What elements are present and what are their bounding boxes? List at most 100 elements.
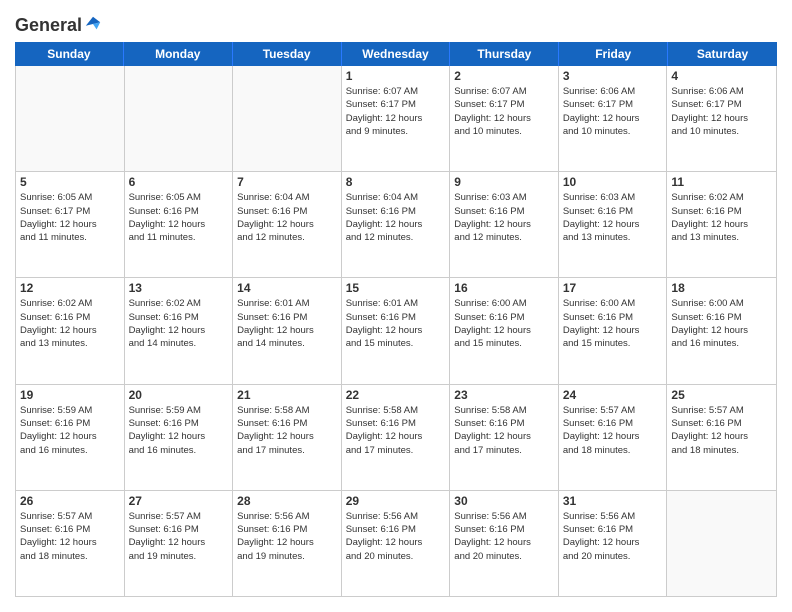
day-number: 11 [671,175,772,189]
day-info: Sunrise: 5:57 AM Sunset: 6:16 PM Dayligh… [129,510,229,563]
empty-cell [125,66,234,171]
day-cell-13: 13 Sunrise: 6:02 AM Sunset: 6:16 PM Dayli… [125,278,234,383]
day-number: 1 [346,69,446,83]
day-number: 30 [454,494,554,508]
day-number: 28 [237,494,337,508]
weekday-header-thursday: Thursday [450,42,559,66]
day-number: 9 [454,175,554,189]
day-info: Sunrise: 6:00 AM Sunset: 6:16 PM Dayligh… [454,297,554,350]
day-cell-24: 24Sunrise: 5:57 AM Sunset: 6:16 PM Dayli… [559,385,668,490]
day-number: 22 [346,388,446,402]
day-info: Sunrise: 6:02 AM Sunset: 6:16 PM Dayligh… [129,297,229,350]
day-cell-10: 10 Sunrise: 6:03 AM Sunset: 6:16 PM Dayli… [559,172,668,277]
day-info: Sunrise: 6:03 AM Sunset: 6:16 PM Dayligh… [454,191,554,244]
day-info: Sunrise: 5:56 AM Sunset: 6:16 PM Dayligh… [346,510,446,563]
day-number: 26 [20,494,120,508]
calendar-body: 1 Sunrise: 6:07 AM Sunset: 6:17 PM Daylig… [15,66,777,597]
day-cell-6: 6 Sunrise: 6:05 AM Sunset: 6:16 PM Daylig… [125,172,234,277]
day-number: 16 [454,281,554,295]
day-cell-3: 3Sunrise: 6:06 AM Sunset: 6:17 PM Daylig… [559,66,668,171]
day-info: Sunrise: 5:58 AM Sunset: 6:16 PM Dayligh… [346,404,446,457]
day-cell-22: 22 Sunrise: 5:58 AM Sunset: 6:16 PM Dayli… [342,385,451,490]
day-info: Sunrise: 5:58 AM Sunset: 6:16 PM Dayligh… [454,404,554,457]
day-info: Sunrise: 6:07 AM Sunset: 6:17 PM Dayligh… [346,85,446,138]
day-number: 12 [20,281,120,295]
day-number: 27 [129,494,229,508]
day-cell-31: 31 Sunrise: 5:56 AM Sunset: 6:16 PM Dayli… [559,491,668,596]
day-number: 6 [129,175,229,189]
weekday-header-wednesday: Wednesday [342,42,451,66]
day-info: Sunrise: 6:05 AM Sunset: 6:17 PM Dayligh… [20,191,120,244]
day-number: 20 [129,388,229,402]
day-info: Sunrise: 6:01 AM Sunset: 6:16 PM Dayligh… [346,297,446,350]
empty-cell [667,491,776,596]
calendar: SundayMondayTuesdayWednesdayThursdayFrid… [15,42,777,597]
day-info: Sunrise: 6:04 AM Sunset: 6:16 PM Dayligh… [346,191,446,244]
day-cell-1: 1 Sunrise: 6:07 AM Sunset: 6:17 PM Daylig… [342,66,451,171]
empty-cell [233,66,342,171]
day-info: Sunrise: 5:56 AM Sunset: 6:16 PM Dayligh… [563,510,663,563]
day-number: 14 [237,281,337,295]
day-number: 25 [671,388,772,402]
day-cell-9: 9 Sunrise: 6:03 AM Sunset: 6:16 PM Daylig… [450,172,559,277]
day-cell-23: 23Sunrise: 5:58 AM Sunset: 6:16 PM Dayli… [450,385,559,490]
empty-cell [16,66,125,171]
calendar-row-1: 5 Sunrise: 6:05 AM Sunset: 6:17 PM Daylig… [16,172,776,278]
day-cell-2: 2Sunrise: 6:07 AM Sunset: 6:17 PM Daylig… [450,66,559,171]
day-info: Sunrise: 5:56 AM Sunset: 6:16 PM Dayligh… [237,510,337,563]
day-cell-11: 11 Sunrise: 6:02 AM Sunset: 6:16 PM Dayli… [667,172,776,277]
day-info: Sunrise: 5:59 AM Sunset: 6:16 PM Dayligh… [129,404,229,457]
day-cell-29: 29 Sunrise: 5:56 AM Sunset: 6:16 PM Dayli… [342,491,451,596]
day-number: 17 [563,281,663,295]
header: General [15,15,777,32]
day-info: Sunrise: 6:05 AM Sunset: 6:16 PM Dayligh… [129,191,229,244]
day-number: 3 [563,69,663,83]
day-cell-19: 19 Sunrise: 5:59 AM Sunset: 6:16 PM Dayli… [16,385,125,490]
day-cell-18: 18Sunrise: 6:00 AM Sunset: 6:16 PM Dayli… [667,278,776,383]
calendar-row-2: 12 Sunrise: 6:02 AM Sunset: 6:16 PM Dayli… [16,278,776,384]
day-number: 7 [237,175,337,189]
day-cell-20: 20 Sunrise: 5:59 AM Sunset: 6:16 PM Dayli… [125,385,234,490]
weekday-header-tuesday: Tuesday [233,42,342,66]
day-info: Sunrise: 5:59 AM Sunset: 6:16 PM Dayligh… [20,404,120,457]
day-number: 4 [671,69,772,83]
weekday-header-saturday: Saturday [668,42,777,66]
day-cell-28: 28 Sunrise: 5:56 AM Sunset: 6:16 PM Dayli… [233,491,342,596]
day-info: Sunrise: 6:06 AM Sunset: 6:17 PM Dayligh… [671,85,772,138]
day-info: Sunrise: 6:00 AM Sunset: 6:16 PM Dayligh… [563,297,663,350]
day-info: Sunrise: 6:07 AM Sunset: 6:17 PM Dayligh… [454,85,554,138]
day-number: 8 [346,175,446,189]
weekday-header-monday: Monday [124,42,233,66]
day-info: Sunrise: 5:58 AM Sunset: 6:16 PM Dayligh… [237,404,337,457]
calendar-row-0: 1 Sunrise: 6:07 AM Sunset: 6:17 PM Daylig… [16,66,776,172]
day-number: 10 [563,175,663,189]
day-info: Sunrise: 5:57 AM Sunset: 6:16 PM Dayligh… [563,404,663,457]
day-number: 31 [563,494,663,508]
logo-general: General [15,15,82,36]
day-number: 15 [346,281,446,295]
day-cell-12: 12 Sunrise: 6:02 AM Sunset: 6:16 PM Dayli… [16,278,125,383]
calendar-row-4: 26 Sunrise: 5:57 AM Sunset: 6:16 PM Dayli… [16,491,776,596]
weekday-header-friday: Friday [559,42,668,66]
day-number: 21 [237,388,337,402]
logo: General [15,15,102,32]
day-cell-7: 7 Sunrise: 6:04 AM Sunset: 6:16 PM Daylig… [233,172,342,277]
day-info: Sunrise: 5:56 AM Sunset: 6:16 PM Dayligh… [454,510,554,563]
day-cell-30: 30 Sunrise: 5:56 AM Sunset: 6:16 PM Dayli… [450,491,559,596]
day-number: 29 [346,494,446,508]
day-cell-27: 27 Sunrise: 5:57 AM Sunset: 6:16 PM Dayli… [125,491,234,596]
day-info: Sunrise: 6:02 AM Sunset: 6:16 PM Dayligh… [20,297,120,350]
day-info: Sunrise: 6:03 AM Sunset: 6:16 PM Dayligh… [563,191,663,244]
day-cell-15: 15 Sunrise: 6:01 AM Sunset: 6:16 PM Dayli… [342,278,451,383]
day-number: 13 [129,281,229,295]
day-info: Sunrise: 6:02 AM Sunset: 6:16 PM Dayligh… [671,191,772,244]
day-number: 18 [671,281,772,295]
day-number: 19 [20,388,120,402]
day-number: 5 [20,175,120,189]
day-cell-8: 8 Sunrise: 6:04 AM Sunset: 6:16 PM Daylig… [342,172,451,277]
weekday-header-sunday: Sunday [15,42,124,66]
day-info: Sunrise: 6:04 AM Sunset: 6:16 PM Dayligh… [237,191,337,244]
day-cell-5: 5 Sunrise: 6:05 AM Sunset: 6:17 PM Daylig… [16,172,125,277]
calendar-header: SundayMondayTuesdayWednesdayThursdayFrid… [15,42,777,66]
calendar-row-3: 19 Sunrise: 5:59 AM Sunset: 6:16 PM Dayli… [16,385,776,491]
